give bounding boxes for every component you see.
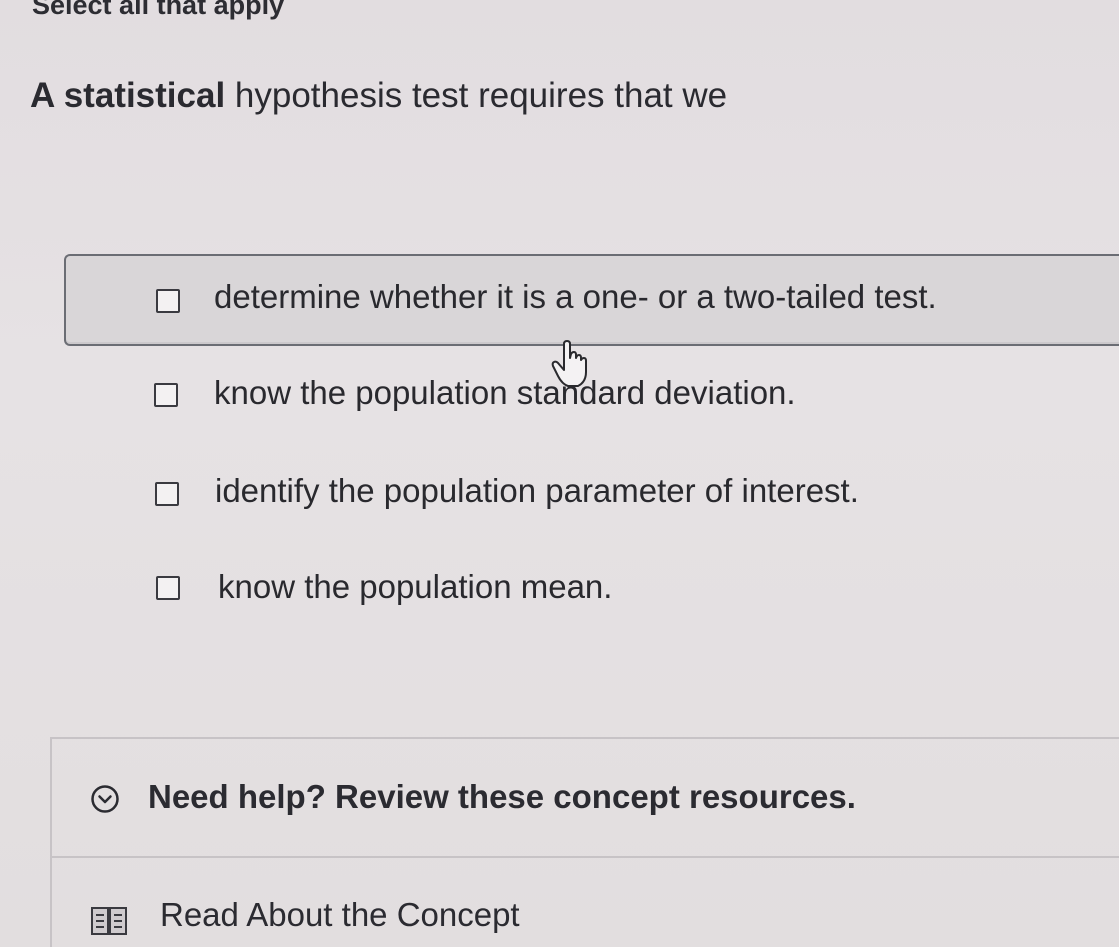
option-label: identify the population parameter of int…	[215, 472, 859, 509]
option-label: know the population standard deviation.	[214, 374, 796, 411]
question-rest: hypothesis test requires that we	[225, 76, 728, 115]
checkbox[interactable]	[155, 482, 179, 506]
hand-pointer-cursor-icon	[551, 340, 587, 387]
checkbox[interactable]	[154, 383, 178, 407]
help-title: Need help? Review these concept resource…	[148, 778, 856, 815]
instruction-text: Select all that apply	[32, 0, 285, 20]
resource-label: Read About the Concept	[160, 896, 520, 933]
question-prompt: A statistical hypothesis test requires t…	[30, 76, 727, 116]
option-population-parameter[interactable]: identify the population parameter of int…	[0, 450, 1119, 542]
book-icon	[91, 907, 127, 935]
option-population-mean[interactable]: know the population mean.	[0, 546, 1119, 638]
checkbox[interactable]	[156, 576, 180, 600]
chevron-down-circle-icon	[91, 785, 119, 813]
divider	[52, 856, 1119, 858]
question-bold-part: A statistical	[30, 76, 226, 115]
option-label: know the population mean.	[218, 568, 613, 605]
option-one-or-two-tailed[interactable]: determine whether it is a one- or a two-…	[64, 254, 1119, 346]
checkbox[interactable]	[156, 289, 180, 313]
option-label: determine whether it is a one- or a two-…	[214, 278, 937, 315]
